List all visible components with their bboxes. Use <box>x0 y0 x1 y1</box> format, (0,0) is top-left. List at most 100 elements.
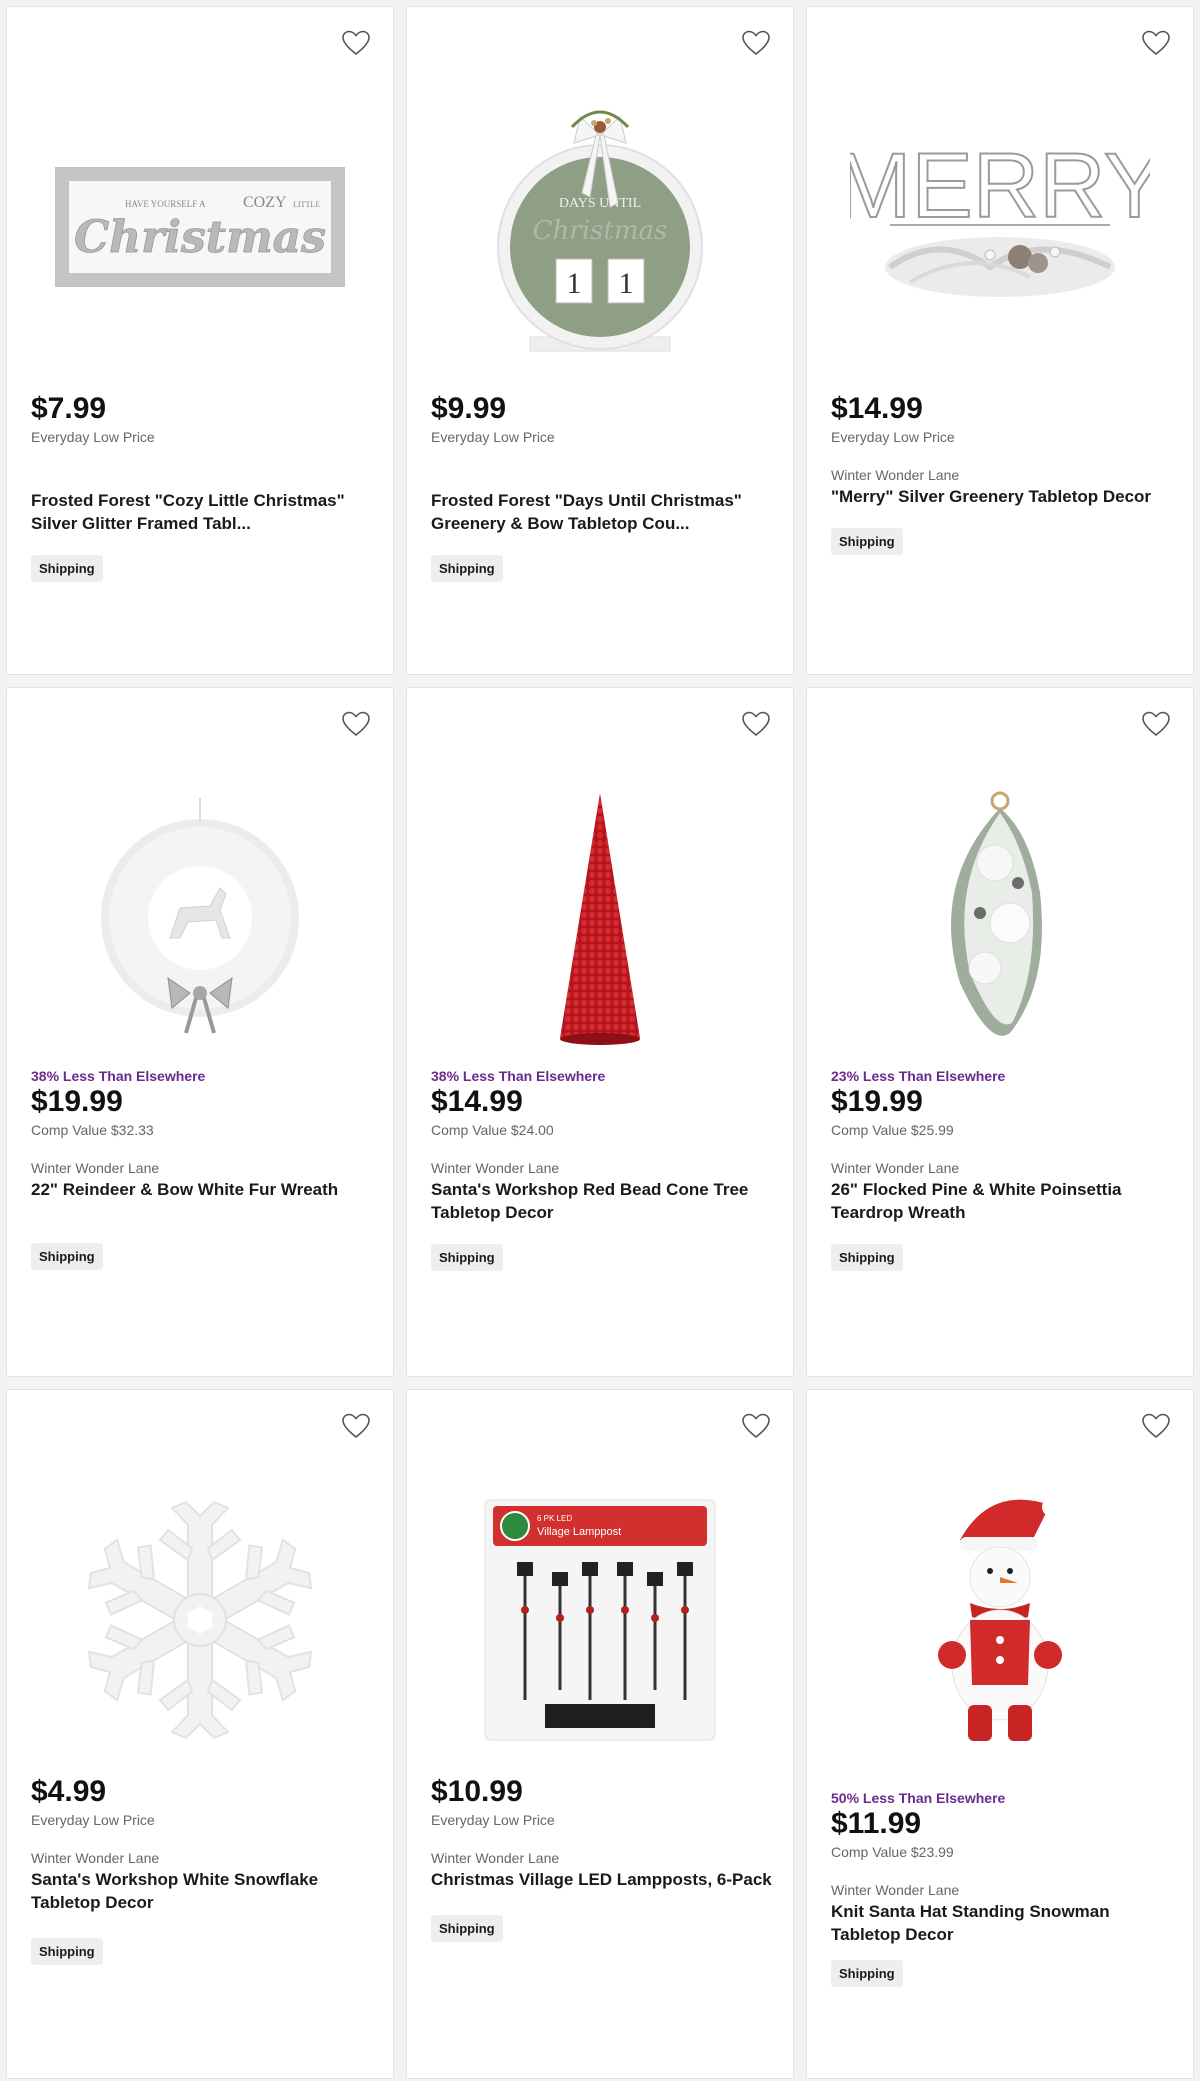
pack-title: Village Lamppost <box>537 1526 621 1538</box>
product-image[interactable] <box>431 768 769 1068</box>
product-brand: Winter Wonder Lane <box>431 1850 560 1866</box>
teardrop-wreath-image <box>951 791 1042 1036</box>
pack-label: 6 PK LED <box>537 1514 572 1523</box>
product-info: $14.99 Everyday Low Price Winter Wonder … <box>831 393 1173 555</box>
heart-icon[interactable] <box>341 1412 371 1440</box>
heart-icon[interactable] <box>341 29 371 57</box>
product-name[interactable]: Frosted Forest "Cozy Little Christmas" S… <box>31 489 373 535</box>
price-label: Everyday Low Price <box>431 429 555 445</box>
product-brand: Winter Wonder Lane <box>831 467 960 483</box>
sign-line1: DAYS UNTIL <box>559 196 641 211</box>
product-info: $10.99 Everyday Low Price Winter Wonder … <box>431 1776 773 1942</box>
product-info: 23% Less Than Elsewhere $19.99 Comp Valu… <box>831 1068 1173 1271</box>
product-image[interactable] <box>831 1470 1169 1770</box>
heart-icon[interactable] <box>741 1412 771 1440</box>
digit-2: 1 <box>619 267 634 300</box>
price-label: Everyday Low Price <box>431 1812 555 1828</box>
product-price: $14.99 <box>431 1085 523 1118</box>
shipping-badge: Shipping <box>31 555 103 582</box>
product-brand: Winter Wonder Lane <box>31 1160 160 1176</box>
product-info: $4.99 Everyday Low Price Winter Wonder L… <box>31 1776 373 1965</box>
merry-decor-image: MERRY <box>850 134 1150 297</box>
heart-icon[interactable] <box>1141 29 1171 57</box>
comp-value: Comp Value $32.33 <box>31 1122 154 1138</box>
product-image[interactable] <box>831 768 1169 1068</box>
product-info: 38% Less Than Elsewhere $14.99 Comp Valu… <box>431 1068 773 1271</box>
countdown-sign-image: DAYS UNTIL Christmas 1 1 <box>497 110 703 352</box>
product-card[interactable]: 38% Less Than Elsewhere $14.99 Comp Valu… <box>406 687 794 1377</box>
heart-icon[interactable] <box>341 710 371 738</box>
product-card[interactable]: MERRY $14.99 Everyday Low Price Winter W… <box>806 6 1194 675</box>
product-card[interactable]: 50% Less Than Elsewhere $11.99 Comp Valu… <box>806 1389 1194 2079</box>
product-image[interactable]: DAYS UNTIL Christmas 1 1 <box>431 77 769 377</box>
heart-icon[interactable] <box>741 710 771 738</box>
sign-cozy: COZY <box>243 194 287 211</box>
product-card[interactable]: 6 PK LED Village Lamppost $10.99 Everyda… <box>406 1389 794 2079</box>
discount-label: 23% Less Than Elsewhere <box>831 1068 1006 1084</box>
product-card[interactable]: DAYS UNTIL Christmas 1 1 $9.99 Everyday … <box>406 6 794 675</box>
shipping-badge: Shipping <box>831 528 903 555</box>
price-label: Everyday Low Price <box>31 429 155 445</box>
fur-wreath-image <box>101 798 299 1034</box>
lamppost-pack-image: 6 PK LED Village Lamppost <box>484 1499 716 1741</box>
product-grid: HAVE YOURSELF A COZY LITTLE Christmas $7… <box>6 6 1194 2079</box>
discount-label: 50% Less Than Elsewhere <box>831 1790 1006 1806</box>
sign-word: Christmas <box>74 212 326 263</box>
product-name[interactable]: Santa's Workshop Red Bead Cone Tree Tabl… <box>431 1178 773 1224</box>
snowflake-image <box>87 1500 313 1740</box>
comp-value: Comp Value $25.99 <box>831 1122 954 1138</box>
product-card[interactable]: $4.99 Everyday Low Price Winter Wonder L… <box>6 1389 394 2079</box>
product-card[interactable]: 38% Less Than Elsewhere $19.99 Comp Valu… <box>6 687 394 1377</box>
sign-little: LITTLE <box>293 200 320 209</box>
heart-icon[interactable] <box>741 29 771 57</box>
shipping-badge: Shipping <box>431 555 503 582</box>
product-price: $19.99 <box>831 1085 923 1118</box>
product-price: $10.99 <box>431 1775 523 1808</box>
product-image[interactable]: MERRY <box>831 77 1169 377</box>
heart-icon[interactable] <box>1141 1412 1171 1440</box>
red-cone-tree-image <box>560 793 640 1045</box>
product-info: $9.99 Everyday Low Price Frosted Forest … <box>431 393 773 582</box>
price-label: Everyday Low Price <box>831 429 955 445</box>
product-info: 50% Less Than Elsewhere $11.99 Comp Valu… <box>831 1790 1173 1987</box>
product-brand: Winter Wonder Lane <box>831 1882 960 1898</box>
product-image[interactable] <box>31 768 369 1068</box>
product-name[interactable]: 22" Reindeer & Bow White Fur Wreath <box>31 1178 373 1201</box>
product-info: $7.99 Everyday Low Price Frosted Forest … <box>31 393 373 582</box>
heart-icon[interactable] <box>1141 710 1171 738</box>
product-name[interactable]: Christmas Village LED Lampposts, 6-Pack <box>431 1868 773 1891</box>
shipping-badge: Shipping <box>431 1244 503 1271</box>
merry-word: MERRY <box>850 135 1150 237</box>
product-price: $9.99 <box>431 392 507 425</box>
product-card[interactable]: HAVE YOURSELF A COZY LITTLE Christmas $7… <box>6 6 394 675</box>
product-info: 38% Less Than Elsewhere $19.99 Comp Valu… <box>31 1068 373 1270</box>
price-label: Everyday Low Price <box>31 1812 155 1828</box>
product-brand: Winter Wonder Lane <box>31 1850 160 1866</box>
product-price: $4.99 <box>31 1775 107 1808</box>
discount-label: 38% Less Than Elsewhere <box>431 1068 606 1084</box>
product-card[interactable]: 23% Less Than Elsewhere $19.99 Comp Valu… <box>806 687 1194 1377</box>
sign-line1: HAVE YOURSELF A <box>125 199 206 209</box>
comp-value: Comp Value $23.99 <box>831 1844 954 1860</box>
product-brand: Winter Wonder Lane <box>431 1160 560 1176</box>
product-name[interactable]: 26" Flocked Pine & White Poinsettia Tear… <box>831 1178 1173 1224</box>
product-price: $7.99 <box>31 392 107 425</box>
product-name[interactable]: Knit Santa Hat Standing Snowman Tabletop… <box>831 1900 1173 1946</box>
shipping-badge: Shipping <box>431 1915 503 1942</box>
shipping-badge: Shipping <box>31 1243 103 1270</box>
product-name[interactable]: "Merry" Silver Greenery Tabletop Decor <box>831 485 1173 508</box>
sign-word: Christmas <box>533 216 668 246</box>
shipping-badge: Shipping <box>831 1960 903 1987</box>
product-name[interactable]: Santa's Workshop White Snowflake Tableto… <box>31 1868 373 1914</box>
product-price: $19.99 <box>31 1085 123 1118</box>
product-image[interactable]: 6 PK LED Village Lamppost <box>431 1470 769 1770</box>
christmas-sign-image: HAVE YOURSELF A COZY LITTLE Christmas <box>55 167 345 287</box>
discount-label: 38% Less Than Elsewhere <box>31 1068 206 1084</box>
shipping-badge: Shipping <box>831 1244 903 1271</box>
snowman-image <box>938 1497 1062 1741</box>
product-image[interactable]: HAVE YOURSELF A COZY LITTLE Christmas <box>31 77 369 377</box>
product-price: $14.99 <box>831 392 923 425</box>
product-price: $11.99 <box>831 1807 922 1840</box>
product-name[interactable]: Frosted Forest "Days Until Christmas" Gr… <box>431 489 773 535</box>
product-image[interactable] <box>31 1470 369 1770</box>
